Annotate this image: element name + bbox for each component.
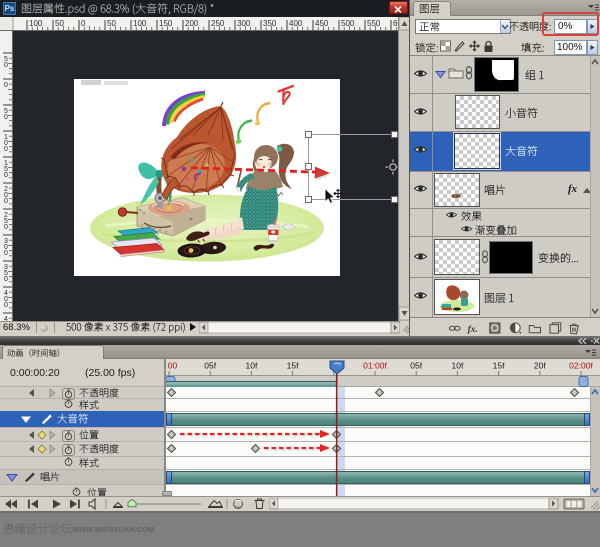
svg-text:200: 200: [185, 19, 199, 28]
svg-text:10f: 10f: [451, 361, 463, 371]
svg-text:100: 100: [29, 19, 43, 28]
svg-text:15f: 15f: [493, 361, 505, 371]
svg-text:fx.: fx.: [468, 325, 478, 335]
svg-text:20f: 20f: [534, 361, 546, 371]
svg-text:500: 500: [341, 19, 355, 28]
svg-text:0: 0: [4, 62, 8, 69]
svg-text:100: 100: [133, 19, 147, 28]
svg-text:450: 450: [315, 19, 329, 28]
svg-text:00: 00: [168, 361, 178, 371]
svg-text:0: 0: [4, 198, 8, 205]
svg-text:300: 300: [237, 19, 251, 28]
svg-text:02:00f: 02:00f: [569, 361, 593, 371]
svg-text:0: 0: [4, 82, 8, 89]
svg-text:400: 400: [289, 19, 303, 28]
svg-text:01:00f: 01:00f: [363, 361, 387, 371]
svg-text:0: 0: [4, 114, 8, 121]
svg-text:0: 0: [4, 276, 8, 283]
svg-text:0: 0: [4, 250, 8, 257]
svg-text:550: 550: [367, 19, 381, 28]
svg-text:0: 0: [4, 172, 8, 179]
svg-text:05f: 05f: [410, 361, 422, 371]
svg-text:0: 0: [81, 19, 86, 28]
svg-text:150: 150: [159, 19, 173, 28]
svg-text:15f: 15f: [287, 361, 299, 371]
svg-text:0: 0: [4, 224, 8, 231]
svg-text:350: 350: [263, 19, 277, 28]
svg-text:10f: 10f: [245, 361, 257, 371]
svg-text:250: 250: [211, 19, 225, 28]
svg-text:0: 0: [4, 146, 8, 153]
svg-text:WWW.MISSYUAN.COM: WWW.MISSYUAN.COM: [72, 525, 154, 534]
svg-text:05f: 05f: [204, 361, 216, 371]
svg-text:0: 0: [4, 302, 8, 309]
